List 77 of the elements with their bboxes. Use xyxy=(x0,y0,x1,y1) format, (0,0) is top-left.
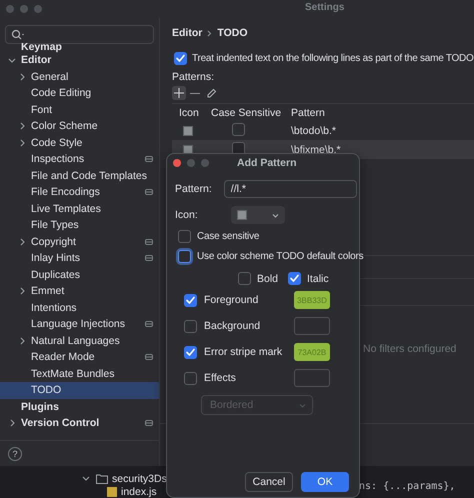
dialog-title: Add Pattern xyxy=(237,157,297,169)
checkbox[interactable] xyxy=(232,122,245,136)
checkbox-label: Foreground xyxy=(204,294,258,306)
checkbox[interactable] xyxy=(288,272,302,285)
tree-item[interactable]: Emmet xyxy=(0,283,159,300)
folder-icon xyxy=(96,473,108,484)
tree-item[interactable]: Code Style xyxy=(0,134,159,151)
checkbox-label: Italic xyxy=(307,272,329,284)
tree-item[interactable]: File and Code Templates xyxy=(0,168,159,184)
tree-item[interactable]: TODO xyxy=(0,382,159,398)
chevron-down-icon xyxy=(272,212,279,218)
add-button[interactable] xyxy=(172,86,186,100)
checkbox[interactable] xyxy=(238,272,251,285)
tree-item[interactable]: General xyxy=(0,68,159,85)
checkbox-label: Effects xyxy=(204,372,236,384)
color-swatch[interactable] xyxy=(294,317,330,335)
checkbox-label: Bold xyxy=(257,272,278,284)
close-button[interactable] xyxy=(173,158,181,166)
checkbox-label: Case sensitive xyxy=(197,231,260,242)
breadcrumb-item: TODO xyxy=(217,27,248,39)
field-label: Icon: xyxy=(175,209,198,221)
column-header: Pattern xyxy=(284,104,474,121)
file-tree-item[interactable]: security3Ds xyxy=(112,472,167,484)
column-header: Case Sensitive xyxy=(204,104,284,121)
checkbox[interactable] xyxy=(184,346,197,358)
window-title: Settings xyxy=(305,2,344,13)
checkbox[interactable] xyxy=(184,294,197,306)
checkbox-label: Error stripe mark xyxy=(204,346,282,358)
tree-item[interactable]: Copyright xyxy=(0,234,159,250)
tree-item[interactable]: Intentions xyxy=(0,300,159,316)
icon-dropdown[interactable] xyxy=(230,206,285,224)
field-label: Pattern: xyxy=(175,183,212,195)
checkbox-label: Background xyxy=(204,320,260,332)
tree-item[interactable]: Version Control xyxy=(0,415,159,432)
table-row[interactable]: \btodo\b.* xyxy=(172,121,474,140)
code-line: ns: {...params}, xyxy=(359,481,456,492)
ok-button[interactable]: OK xyxy=(301,472,349,492)
javascript-file-icon xyxy=(107,486,117,496)
checkbox[interactable] xyxy=(184,372,197,384)
checkbox-label: Use color scheme TODO default colors xyxy=(197,251,364,262)
cancel-button[interactable]: Cancel xyxy=(245,472,293,492)
tree-item[interactable]: Color Scheme xyxy=(0,118,159,134)
checkbox[interactable] xyxy=(178,250,191,263)
tree-item[interactable]: Inspections xyxy=(0,151,159,168)
table-cell: \btodo\b.* xyxy=(284,121,474,140)
column-header: Icon xyxy=(172,104,204,121)
tree-item[interactable]: Font xyxy=(0,102,159,118)
tree-item[interactable]: Duplicates xyxy=(0,266,159,283)
checkbox[interactable] xyxy=(178,230,191,243)
checkbox[interactable] xyxy=(174,52,187,65)
empty-message: No filters configured xyxy=(363,343,456,355)
pattern-field[interactable]: //l.* xyxy=(224,180,357,198)
tree-item[interactable]: Language Injections xyxy=(0,316,159,332)
chevron-icon xyxy=(207,30,212,36)
search-field[interactable] xyxy=(5,25,154,44)
checkbox[interactable] xyxy=(184,320,197,332)
checkbox[interactable] xyxy=(232,142,245,154)
tree-item[interactable]: Live Templates xyxy=(0,200,159,217)
tree-item[interactable]: Keymap xyxy=(0,43,159,52)
checkbox-label: Treat indented text on the following lines as part of the same TODO xyxy=(192,53,474,64)
tree-item[interactable]: Natural Languages xyxy=(0,332,159,349)
section-label: Patterns: xyxy=(172,71,216,83)
breadcrumb-item[interactable]: Editor xyxy=(172,27,202,39)
help-button[interactable]: ? xyxy=(8,446,22,460)
tree-item[interactable]: File Encodings xyxy=(0,184,159,200)
chevron-down-icon xyxy=(299,402,306,408)
color-swatch[interactable] xyxy=(294,369,330,387)
tree-item[interactable]: Inlay Hints xyxy=(0,250,159,266)
tree-item[interactable]: Plugins xyxy=(0,398,159,415)
file-tree-item[interactable]: index.js xyxy=(121,486,157,498)
tree-item[interactable]: TextMate Bundles xyxy=(0,366,159,382)
tree-item[interactable]: Code Editing xyxy=(0,85,159,102)
tree-item[interactable]: File Types xyxy=(0,217,159,234)
pencil-icon[interactable] xyxy=(206,88,217,98)
tree-item[interactable]: Reader Mode xyxy=(0,349,159,366)
tree-item[interactable]: Editor xyxy=(0,52,159,68)
search-icon xyxy=(11,29,25,40)
